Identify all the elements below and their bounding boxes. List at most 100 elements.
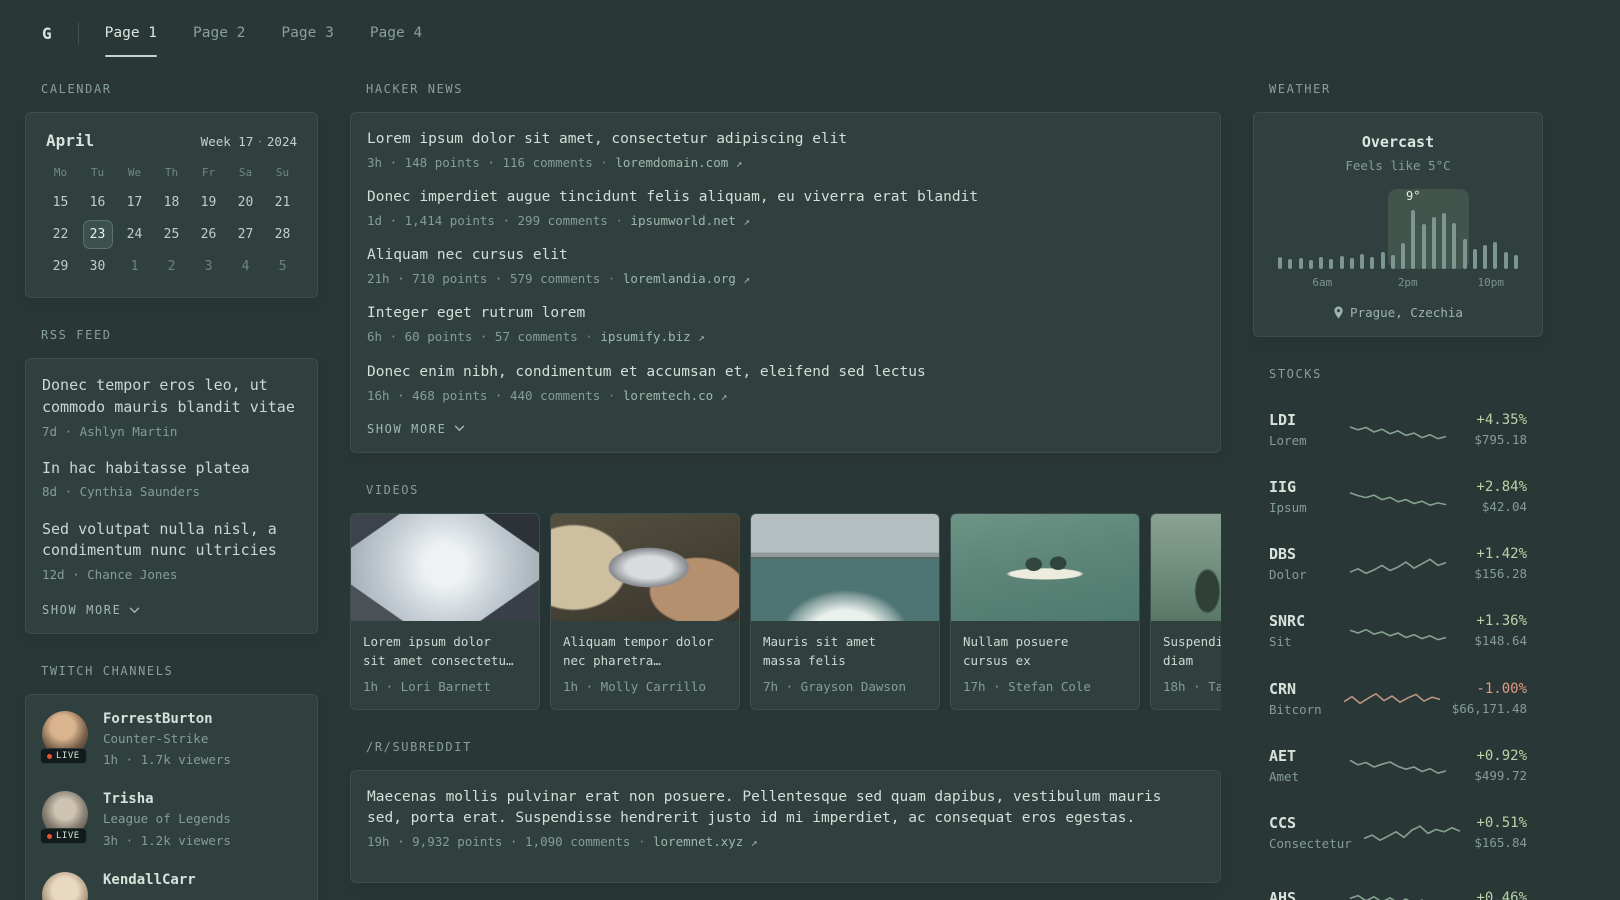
stock-change: -1.00% [1476,680,1527,697]
weather-hour-bar [1298,258,1303,269]
video-title[interactable]: Aliquam tempor dolor nec pharetra… [563,632,727,671]
calendar-day: 22 [52,227,69,242]
tab-page-1[interactable]: Page 1 [104,0,158,66]
hn-item-domain-link[interactable]: ipsumworld.net [630,213,735,228]
tab-page-2[interactable]: Page 2 [193,0,245,66]
video-card[interactable]: Suspendisse diam 18h · Tara [1150,512,1221,710]
twitch-channel[interactable]: KendallCarr [42,871,301,900]
rss-item-title[interactable]: Donec tempor eros leo, ut commodo mauris… [42,375,301,419]
widget-title-rss: RSS FEED [41,328,112,342]
app-logo[interactable]: G [25,24,78,43]
stock-row[interactable]: SNRC Sit +1.36% $148.64 [1253,598,1543,665]
weather-hour-bar [1339,255,1344,269]
stock-row[interactable]: CRN Bitcorn -1.00% $66,171.48 [1253,666,1543,733]
video-title[interactable]: Suspendisse diam [1163,632,1221,671]
video-thumbnail[interactable] [751,513,939,621]
rss-item[interactable]: Sed volutpat nulla nisl, a condimentum n… [42,519,301,585]
tab-page-3[interactable]: Page 3 [281,0,333,66]
weather-hour-bar [1483,245,1487,269]
twitch-channel[interactable]: LIVE Trisha League of Legends 3h · 1.2k … [40,791,301,849]
video-title[interactable]: Lorem ipsum dolor sit amet consectetu… [363,632,527,671]
hn-item-title[interactable]: Donec imperdiet augue tincidunt felis al… [367,187,1204,208]
channel-name[interactable]: KendallCarr [103,872,196,888]
rss-item-title[interactable]: Sed volutpat nulla nisl, a condimentum n… [42,519,301,563]
calendar-day: 18 [163,195,180,210]
hn-item[interactable]: Donec enim nibh, condimentum et accumsan… [367,362,1204,405]
video-title[interactable]: Mauris sit amet massa felis [763,632,927,671]
hn-item-domain-link[interactable]: loremdomain.com [615,155,728,170]
header-divider [77,22,79,44]
tab-page-4[interactable]: Page 4 [370,0,422,66]
chevron-down-icon [130,607,140,613]
hn-item-title[interactable]: Aliquam nec cursus elit [367,245,1204,266]
video-thumbnail[interactable] [551,513,739,621]
hn-item[interactable]: Aliquam nec cursus elit 21h · 710 points… [367,245,1204,288]
weekday-label: Mo [53,166,68,179]
rss-item-title[interactable]: In hac habitasse platea [42,458,301,480]
external-link-icon: ↗ [735,157,743,171]
channel-name[interactable]: Trisha [103,791,231,807]
hn-item-title[interactable]: Integer eget rutrum lorem [367,303,1204,324]
stock-row[interactable]: CCS Consectetur +0.51% $165.84 [1253,800,1543,867]
external-link-icon: ↗ [750,835,758,849]
video-card[interactable]: Nullam posuere cursus ex 17h · Stefan Co… [950,512,1140,710]
stock-row[interactable]: AET Amet +0.92% $499.72 [1253,733,1543,800]
weather-hour-bar [1278,256,1282,269]
page-tabs: Page 1 Page 2 Page 3 Page 4 [104,0,459,66]
channel-game[interactable]: League of Legends [103,810,231,828]
rss-show-more-button[interactable]: SHOW MORE [42,601,140,617]
stock-row[interactable]: AHS +0.46% [1253,867,1543,900]
video-meta: 17h · Stefan Cole [963,678,1091,694]
video-meta: 1h · Lori Barnett [363,678,491,694]
rss-item[interactable]: In hac habitasse platea 8d · Cynthia Sau… [42,458,301,502]
weather-location-label: Prague, Czechia [1350,305,1463,320]
stock-row[interactable]: LDI Lorem +4.35% $795.18 [1253,397,1543,464]
stock-row[interactable]: IIG Ipsum +2.84% $42.04 [1253,464,1543,531]
rss-item-meta: 7d · Ashlyn Martin [42,423,178,439]
separator: · [256,134,264,149]
weather-feels-like: Feels like 5°C [1345,158,1451,173]
video-card[interactable]: Aliquam tempor dolor nec pharetra… 1h · … [550,512,740,710]
stock-name: Lorem [1269,433,1307,448]
weather-card: Overcast Feels like 5°C 9° 6am 2pm 10pm … [1253,112,1543,337]
stock-sparkline [1350,548,1446,582]
separator: · [607,271,616,287]
external-link-icon: ↗ [743,273,750,287]
hn-meta-text: 16h · 468 points · 440 comments [367,387,601,403]
hn-item-title[interactable]: Donec enim nibh, condimentum et accumsan… [367,362,1204,383]
avatar [42,871,88,900]
rss-item[interactable]: Donec tempor eros leo, ut commodo mauris… [42,375,301,441]
video-thumbnail[interactable] [1151,513,1221,621]
calendar-day: 19 [200,195,217,210]
hn-item-domain-link[interactable]: ipsumify.biz [600,329,690,344]
hn-item-title[interactable]: Lorem ipsum dolor sit amet, consectetur … [367,129,1204,150]
stock-symbol: CCS [1269,813,1297,832]
video-card[interactable]: Mauris sit amet massa felis 7h · Grayson… [750,512,940,710]
reddit-post[interactable]: Maecenas mollis pulvinar erat non posuer… [367,787,1204,851]
stock-name: Consectetur [1269,835,1352,851]
video-thumbnail[interactable] [951,513,1139,621]
separator: · [585,329,593,345]
live-badge: LIVE [40,748,87,765]
reddit-post-domain-link[interactable]: loremnet.xyz [653,834,743,849]
weather-hour-bar [1329,259,1334,269]
channel-game[interactable]: Counter-Strike [103,730,231,748]
hn-show-more-button[interactable]: SHOW MORE [367,420,465,436]
hn-item-domain-link[interactable]: loremtech.co [623,388,713,403]
calendar-card: April Week 17 · 2024 Mo Tu We Th Fr Sa Su 15 16 17… [25,112,318,298]
video-thumbnail[interactable] [351,513,539,621]
reddit-post-title[interactable]: Maecenas mollis pulvinar erat non posuer… [367,787,1204,829]
twitch-channel[interactable]: LIVE ForrestBurton Counter-Strike 1h · 1… [40,711,301,769]
video-card[interactable]: Lorem ipsum dolor sit amet consectetu… 1… [350,512,540,710]
hn-item[interactable]: Donec imperdiet augue tincidunt felis al… [367,187,1204,230]
hn-item[interactable]: Lorem ipsum dolor sit amet, consectetur … [367,129,1204,172]
hn-item-meta: 6h · 60 points · 57 comments · ipsumify.… [367,328,1204,346]
channel-name[interactable]: ForrestBurton [103,711,231,727]
calendar-day: 25 [163,227,180,242]
hn-item[interactable]: Integer eget rutrum lorem 6h · 60 points… [367,303,1204,346]
hn-item-meta: 21h · 710 points · 579 comments · loreml… [367,270,1204,288]
video-title[interactable]: Nullam posuere cursus ex [963,632,1127,671]
hn-item-domain-link[interactable]: loremlandia.org [623,271,736,286]
stock-row[interactable]: DBS Dolor +1.42% $156.28 [1253,531,1543,598]
stock-price: $499.72 [1474,767,1527,783]
